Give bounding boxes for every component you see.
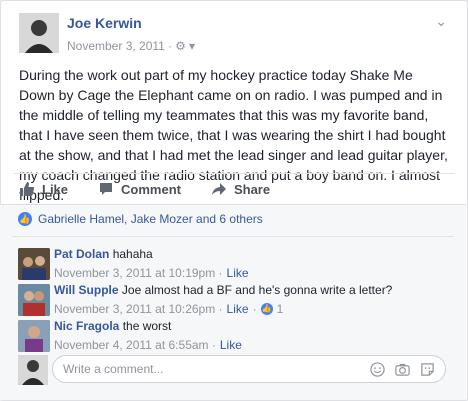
post-options-chevron-icon[interactable]: ⌄ bbox=[435, 13, 447, 30]
comment-like-link[interactable]: Like bbox=[220, 337, 242, 353]
comment-like-link[interactable]: Like bbox=[227, 265, 249, 281]
share-label: Share bbox=[233, 181, 271, 197]
sticker-icon[interactable] bbox=[420, 362, 435, 377]
post-author[interactable]: Joe Kerwin bbox=[67, 15, 142, 31]
comment-text: the worst bbox=[122, 319, 172, 333]
share-arrow-icon bbox=[211, 183, 226, 195]
camera-icon[interactable] bbox=[395, 362, 410, 377]
comment-composer bbox=[52, 355, 446, 383]
like-reaction-icon: 👍 bbox=[18, 212, 32, 226]
commenter-avatar[interactable] bbox=[18, 248, 50, 280]
post-date[interactable]: November 3, 2011 · bbox=[67, 39, 172, 53]
comment-text: hahaha bbox=[112, 247, 153, 261]
comment-timestamp[interactable]: November 4, 2011 at 6:55am · bbox=[54, 337, 216, 353]
author-avatar[interactable] bbox=[19, 13, 59, 53]
privacy-gear-icon[interactable]: ⚙ bbox=[175, 39, 186, 53]
thumbs-up-icon bbox=[20, 182, 35, 196]
like-button[interactable]: Like bbox=[19, 181, 68, 197]
comment-author[interactable]: Will Supple bbox=[54, 283, 119, 297]
comment-timestamp[interactable]: November 3, 2011 at 10:26pm · bbox=[54, 301, 223, 317]
comment-icon bbox=[100, 183, 113, 195]
privacy-dropdown-icon[interactable]: ▾ bbox=[189, 39, 195, 53]
commenter-avatar[interactable] bbox=[18, 284, 50, 316]
comment-timestamp[interactable]: November 3, 2011 at 10:19pm · bbox=[54, 265, 223, 281]
share-button[interactable]: Share bbox=[211, 181, 270, 197]
divider bbox=[12, 236, 454, 237]
divider bbox=[13, 173, 455, 174]
emoji-icon[interactable] bbox=[370, 362, 385, 377]
post-meta: November 3, 2011 · ⚙ ▾ bbox=[67, 39, 195, 53]
commenter-avatar[interactable] bbox=[18, 320, 50, 352]
meta-separator: · bbox=[252, 302, 257, 316]
like-reaction-icon: 👍 bbox=[260, 303, 273, 315]
comment-author[interactable]: Pat Dolan bbox=[54, 247, 109, 261]
reaction-count[interactable]: 1 bbox=[277, 301, 284, 317]
comment-author[interactable]: Nic Fragola bbox=[54, 319, 119, 333]
comment-like-link[interactable]: Like bbox=[227, 301, 249, 317]
composer-tools bbox=[370, 362, 435, 377]
likes-text[interactable]: Gabrielle Hamel, Jake Mozer and 6 others bbox=[38, 212, 263, 226]
current-user-avatar[interactable] bbox=[18, 355, 48, 385]
post-actions: Like Comment Share bbox=[19, 181, 300, 197]
likes-summary[interactable]: 👍 Gabrielle Hamel, Jake Mozer and 6 othe… bbox=[18, 212, 263, 226]
comment-text: Joe almost had a BF and he's gonna write… bbox=[121, 283, 393, 297]
like-label: Like bbox=[42, 181, 69, 197]
comment-label: Comment bbox=[121, 181, 181, 197]
comment-button[interactable]: Comment bbox=[98, 181, 181, 197]
comment-input[interactable] bbox=[61, 361, 365, 377]
